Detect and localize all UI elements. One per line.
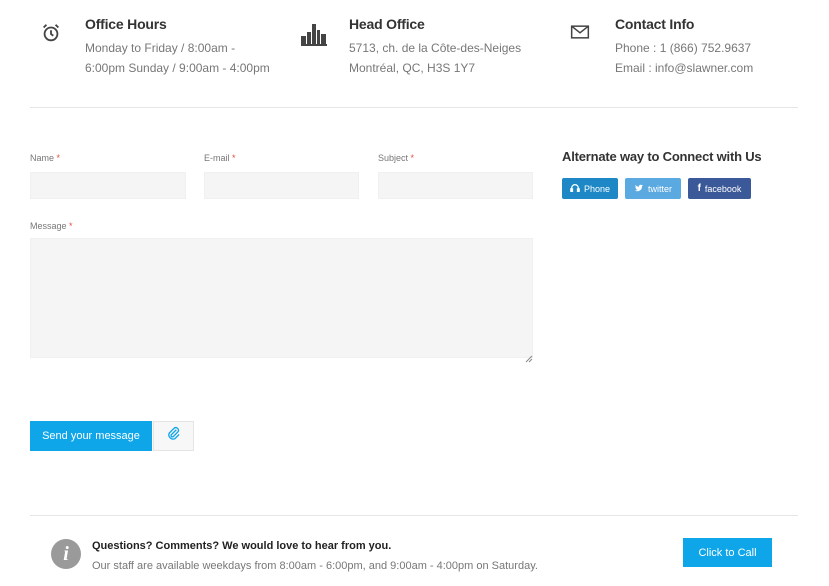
name-label-text: Name — [30, 153, 55, 163]
head-office-title: Head Office — [349, 16, 425, 32]
resize-grip-icon[interactable] — [525, 350, 533, 363]
facebook-f-icon: f — [697, 183, 701, 194]
contact-info-title: Contact Info — [615, 16, 695, 32]
facebook-button[interactable]: f facebook — [688, 178, 751, 199]
envelope-icon — [570, 22, 594, 46]
info-icon: i — [51, 539, 81, 569]
message-label-text: Message — [30, 221, 67, 231]
send-message-button[interactable]: Send your message — [30, 421, 152, 451]
footer-subtitle: Our staff are available weekdays from 8:… — [92, 560, 538, 572]
click-to-call-button[interactable]: Click to Call — [683, 538, 772, 567]
required-mark: * — [69, 221, 73, 231]
name-label: Name * — [30, 153, 60, 163]
contact-info-email[interactable]: Email : info@slawner.com — [615, 61, 753, 75]
attach-file-button[interactable] — [153, 421, 194, 451]
top-divider — [30, 107, 798, 108]
phone-button[interactable]: Phone — [562, 178, 618, 199]
office-hours-title: Office Hours — [85, 16, 167, 32]
alarm-clock-icon — [40, 22, 64, 46]
required-mark: * — [56, 153, 61, 163]
twitter-button-label: twitter — [647, 183, 672, 194]
required-mark: * — [232, 153, 236, 163]
email-label: E-mail * — [204, 153, 236, 163]
name-input[interactable] — [30, 172, 186, 199]
subject-input[interactable] — [378, 172, 533, 199]
head-office-line2: Montréal, QC, H3S 1Y7 — [349, 61, 476, 75]
city-skyline-icon — [301, 22, 327, 46]
twitter-button[interactable]: twitter — [625, 178, 681, 199]
headset-icon — [570, 183, 580, 195]
message-label: Message * — [30, 221, 73, 231]
paperclip-icon — [166, 426, 181, 446]
office-hours-line1: Monday to Friday / 8:00am - — [85, 41, 236, 55]
head-office-line1: 5713, ch. de la Côte-des-Neiges — [349, 41, 522, 55]
message-textarea[interactable] — [30, 238, 533, 358]
phone-button-label: Phone — [583, 183, 611, 194]
twitter-bird-icon — [634, 183, 644, 195]
subject-label-text: Subject — [378, 153, 409, 163]
email-label-text: E-mail — [204, 153, 230, 163]
required-mark: * — [410, 153, 415, 163]
alternate-connect-title: Alternate way to Connect with Us — [562, 149, 762, 164]
bottom-divider — [30, 515, 798, 516]
email-input[interactable] — [204, 172, 359, 199]
contact-info-phone[interactable]: Phone : 1 (866) 752.9637 — [615, 41, 751, 55]
facebook-button-label: facebook — [704, 183, 742, 194]
subject-label: Subject * — [378, 153, 414, 163]
office-hours-line2: 6:00pm Sunday / 9:00am - 4:00pm — [85, 61, 270, 75]
footer-title: Questions? Comments? We would love to he… — [92, 540, 392, 552]
